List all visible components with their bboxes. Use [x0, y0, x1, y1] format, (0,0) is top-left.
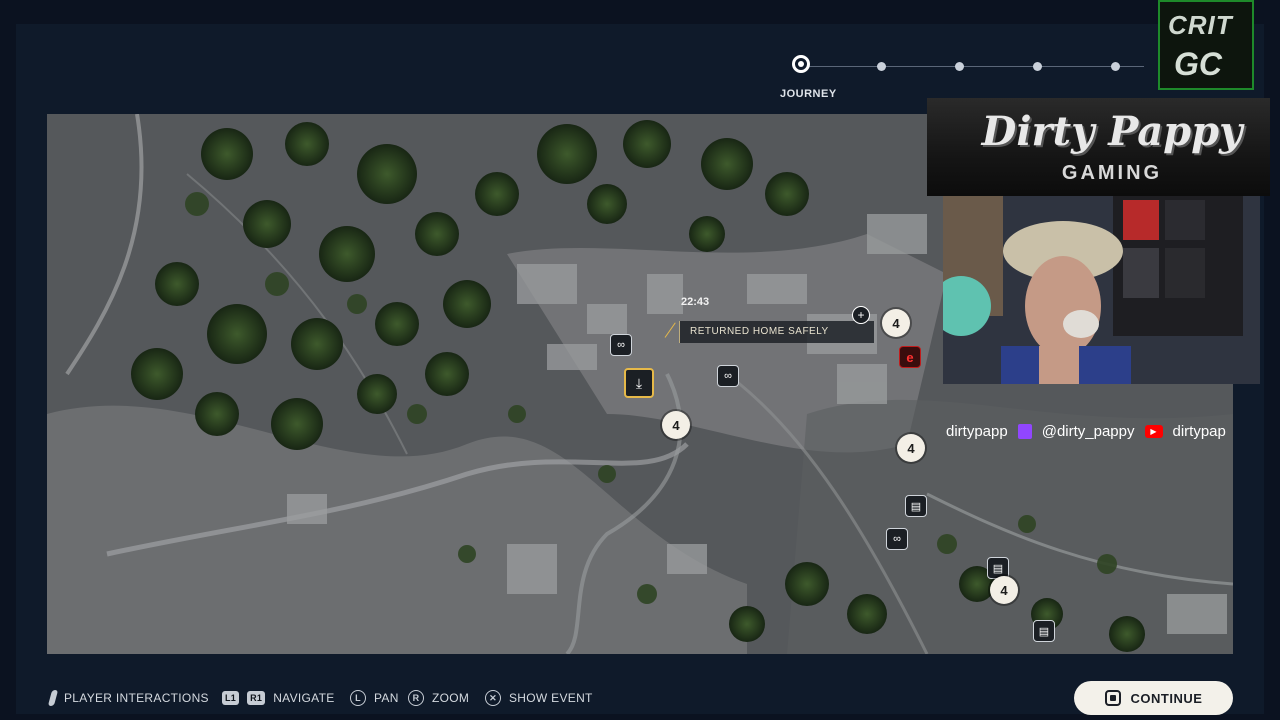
- group-count-pin[interactable]: 4: [897, 434, 925, 462]
- hint-navigate[interactable]: L1 R1 NAVIGATE: [222, 685, 335, 711]
- cross-button-icon: ✕: [485, 690, 501, 706]
- link-icon[interactable]: ∞: [610, 334, 632, 356]
- timeline-node-current[interactable]: [792, 55, 810, 73]
- timeline-node[interactable]: [877, 62, 886, 71]
- crate-icon[interactable]: ▤: [1033, 620, 1055, 642]
- banner-title: Dirty Pappy: [981, 108, 1243, 155]
- youtube-icon: ▶: [1144, 424, 1163, 438]
- options-button-icon: [1104, 690, 1121, 706]
- timeline-node[interactable]: [1111, 62, 1120, 71]
- crit-gc-logo: CRIT GC: [1158, 0, 1254, 90]
- dirty-pappy-banner: Dirty Pappy GAMING: [927, 98, 1270, 196]
- left-stick-icon: L: [350, 690, 366, 706]
- continue-button[interactable]: CONTINUE: [1074, 681, 1233, 715]
- crate-icon[interactable]: ▤: [905, 495, 927, 517]
- danger-marker-icon[interactable]: e: [899, 346, 921, 368]
- banner-subtitle: GAMING: [1061, 162, 1163, 184]
- right-stick-icon: R: [408, 690, 424, 706]
- timeline-node[interactable]: [955, 62, 964, 71]
- hint-show-event[interactable]: ✕ SHOW EVENT: [485, 685, 593, 711]
- event-time: 22:43: [681, 296, 710, 308]
- hint-label: PLAYER INTERACTIONS: [64, 691, 209, 705]
- timeline-current-label: JOURNEY: [780, 88, 837, 100]
- timeline-track: [804, 66, 1144, 67]
- gc-logo-text: GC: [1174, 46, 1222, 82]
- link-icon[interactable]: ∞: [717, 365, 739, 387]
- webcam-feed: [943, 196, 1260, 384]
- stream-handle: dirtypapp: [946, 422, 1008, 440]
- timeline-node[interactable]: [1033, 62, 1042, 71]
- hint-pan[interactable]: L PAN: [350, 685, 399, 711]
- health-plus-icon[interactable]: +: [852, 306, 870, 324]
- webcam-image: [943, 196, 1260, 384]
- touchpad-icon: [47, 690, 59, 706]
- twitch-handle: @dirty_pappy: [1041, 422, 1135, 440]
- hint-label: SHOW EVENT: [509, 691, 593, 705]
- event-tooltip: RETURNED HOME SAFELY: [679, 321, 874, 343]
- continue-label: CONTINUE: [1130, 690, 1203, 706]
- group-count-pin[interactable]: 4: [882, 309, 910, 337]
- hint-label: PAN: [374, 691, 399, 705]
- group-count-pin[interactable]: 4: [990, 576, 1018, 604]
- twitch-icon: [1017, 423, 1032, 439]
- r1-button-icon: R1: [247, 691, 266, 705]
- hint-player-interactions[interactable]: PLAYER INTERACTIONS: [47, 685, 209, 711]
- control-hints: PLAYER INTERACTIONS L1 R1 NAVIGATE L PAN…: [47, 685, 950, 711]
- download-icon: ⤓: [635, 374, 643, 391]
- game-screen: JOURNEY 22:43 RETURNED HOME SAFELY ⤓ ∞ ∞…: [0, 0, 1280, 720]
- youtube-handle: dirtypap: [1172, 422, 1226, 440]
- hint-zoom[interactable]: R ZOOM: [408, 685, 469, 711]
- crit-logo-text: CRIT: [1168, 10, 1233, 40]
- group-count-pin[interactable]: 4: [662, 411, 690, 439]
- social-handles: dirtypapp @dirty_pappy ▶ dirtypap: [946, 421, 1266, 441]
- hint-label: NAVIGATE: [273, 691, 335, 705]
- link-icon[interactable]: ∞: [886, 528, 908, 550]
- l1-button-icon: L1: [222, 691, 240, 705]
- hint-label: ZOOM: [432, 691, 470, 705]
- selected-event-marker[interactable]: ⤓: [624, 368, 654, 398]
